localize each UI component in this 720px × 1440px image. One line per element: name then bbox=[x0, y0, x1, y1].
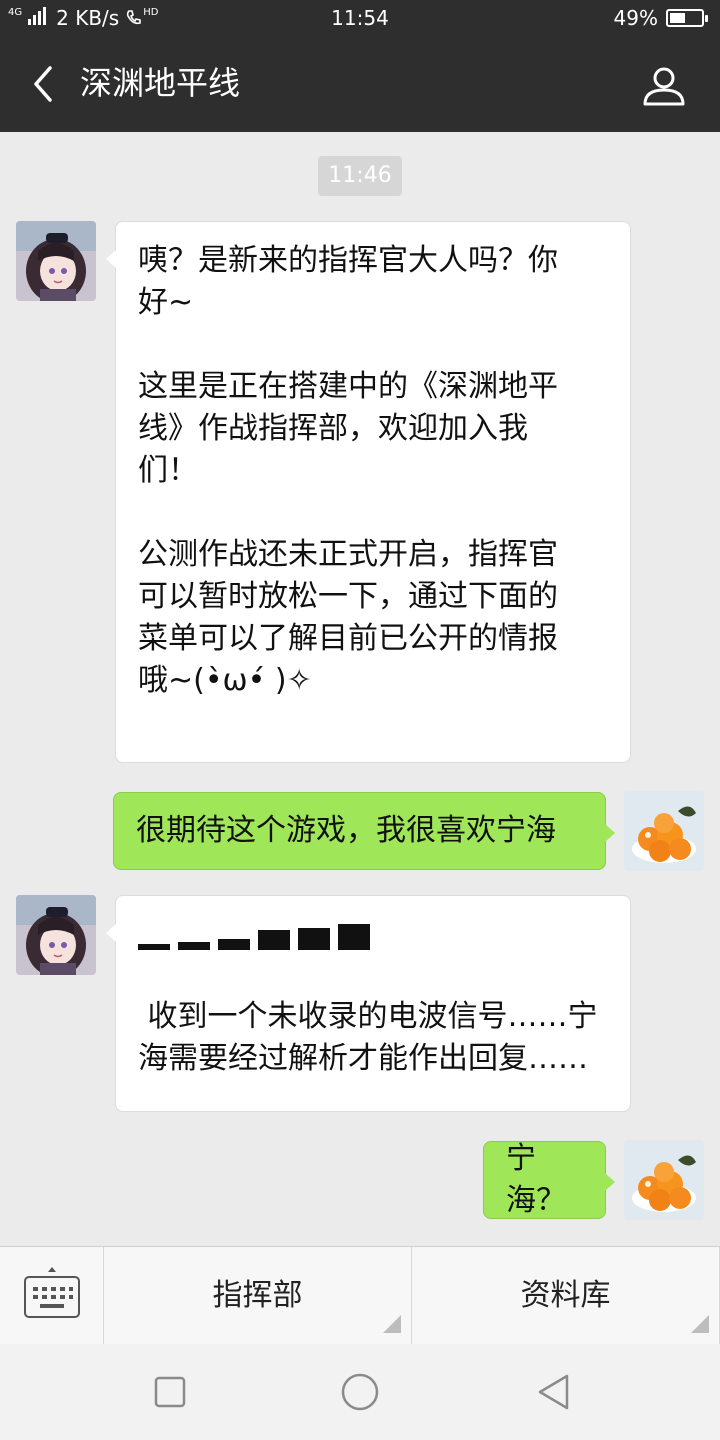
back-button[interactable] bbox=[26, 64, 66, 104]
message-bubble-outgoing[interactable]: 宁海？ bbox=[483, 1141, 615, 1219]
anime-girl-avatar-icon bbox=[16, 895, 96, 975]
keyboard-toggle-button[interactable] bbox=[0, 1247, 104, 1345]
menu-item-label: 资料库 bbox=[520, 1278, 611, 1313]
bot-avatar[interactable] bbox=[16, 221, 96, 301]
official-account-menu: 指挥部 资料库 bbox=[0, 1246, 720, 1345]
person-icon bbox=[643, 67, 685, 106]
chat-title: 深渊地平线 bbox=[80, 64, 241, 102]
battery-icon bbox=[666, 9, 708, 27]
menu-item-database[interactable]: 资料库 bbox=[412, 1247, 720, 1345]
message-paragraph: 咦？是新来的指挥官大人吗？你 好~ bbox=[138, 243, 558, 320]
battery-fill bbox=[670, 13, 685, 23]
keyboard-icon bbox=[24, 1267, 80, 1318]
home-button[interactable] bbox=[340, 1372, 380, 1412]
profile-button[interactable] bbox=[642, 64, 686, 108]
chat-timestamp: 11:46 bbox=[318, 156, 402, 196]
message-text: 宁海？ bbox=[506, 1141, 566, 1218]
user-avatar[interactable] bbox=[624, 791, 704, 871]
message-bubble-incoming[interactable]: 咦？是新来的指挥官大人吗？你 好~ 这里是正在搭建中的《深渊地平 线》作战指挥部… bbox=[106, 221, 631, 763]
recents-button[interactable] bbox=[150, 1372, 190, 1412]
system-back-button[interactable] bbox=[534, 1372, 574, 1412]
oranges-avatar-icon bbox=[624, 791, 704, 871]
clock: 11:54 bbox=[331, 6, 389, 30]
battery-percent: 49% bbox=[613, 6, 658, 30]
bot-avatar[interactable] bbox=[16, 895, 96, 975]
menu-item-command[interactable]: 指挥部 bbox=[104, 1247, 412, 1345]
message-paragraph: 收到一个未收录的电波信号……宁 海需要经过解析才能作出回复…… bbox=[138, 999, 598, 1076]
chat-header: 深渊地平线 bbox=[0, 36, 720, 132]
square-icon bbox=[154, 1376, 186, 1408]
anime-girl-avatar-icon bbox=[16, 221, 96, 301]
message-paragraph: 这里是正在搭建中的《深渊地平 线》作战指挥部，欢迎加入我 们！ bbox=[138, 369, 558, 488]
chevron-left-icon bbox=[34, 66, 52, 102]
message-bubble-incoming[interactable]: 收到一个未收录的电波信号……宁 海需要经过解析才能作出回复…… bbox=[106, 895, 631, 1112]
system-navigation-bar bbox=[0, 1344, 720, 1440]
triangle-back-icon bbox=[538, 1374, 569, 1410]
submenu-indicator-icon bbox=[383, 1315, 401, 1333]
status-bar: 4G 2 KB/s HD 11:54 49% bbox=[0, 0, 720, 36]
message-bubble-outgoing[interactable]: 很期待这个游戏，我很喜欢宁海 bbox=[113, 792, 615, 870]
menu-item-label: 指挥部 bbox=[212, 1278, 303, 1313]
submenu-indicator-icon bbox=[691, 1315, 709, 1333]
message-paragraph: 公测作战还未正式开启，指挥官 可以暂时放松一下，通过下面的 菜单可以了解目前已公… bbox=[138, 537, 558, 698]
oranges-avatar-icon bbox=[624, 1140, 704, 1220]
message-text: 很期待这个游戏，我很喜欢宁海 bbox=[136, 813, 556, 848]
circle-icon bbox=[341, 1373, 379, 1411]
user-avatar[interactable] bbox=[624, 1140, 704, 1220]
status-right: 49% bbox=[613, 6, 708, 30]
signal-bars-icon bbox=[138, 922, 608, 950]
